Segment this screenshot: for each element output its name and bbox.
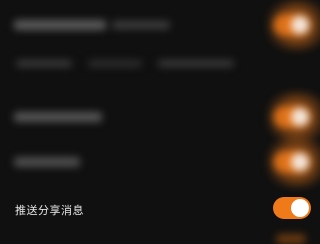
blurred-text-placeholder (158, 60, 234, 67)
blurred-toggle[interactable] (273, 106, 311, 128)
share-push-label: 推送分享消息 (15, 204, 84, 217)
blurred-setting-row-2 (0, 92, 320, 142)
blurred-toggle[interactable] (273, 151, 311, 173)
blurred-setting-row-1 (0, 0, 320, 50)
blurred-toggle[interactable] (273, 14, 311, 36)
blurred-text-placeholder (88, 60, 142, 67)
blurred-bottom-fragment (276, 234, 306, 244)
toggle-knob (291, 199, 309, 217)
share-push-toggle[interactable] (273, 197, 311, 219)
blurred-text-placeholder (14, 157, 80, 167)
blurred-text-placeholder (112, 21, 170, 29)
blurred-setting-row-3 (0, 137, 320, 187)
blurred-text-placeholder (14, 20, 106, 30)
share-push-setting-row: 推送分享消息 (0, 194, 320, 224)
blurred-subtext-row (0, 55, 320, 75)
blurred-text-placeholder (16, 60, 72, 67)
blurred-text-placeholder (14, 112, 102, 122)
